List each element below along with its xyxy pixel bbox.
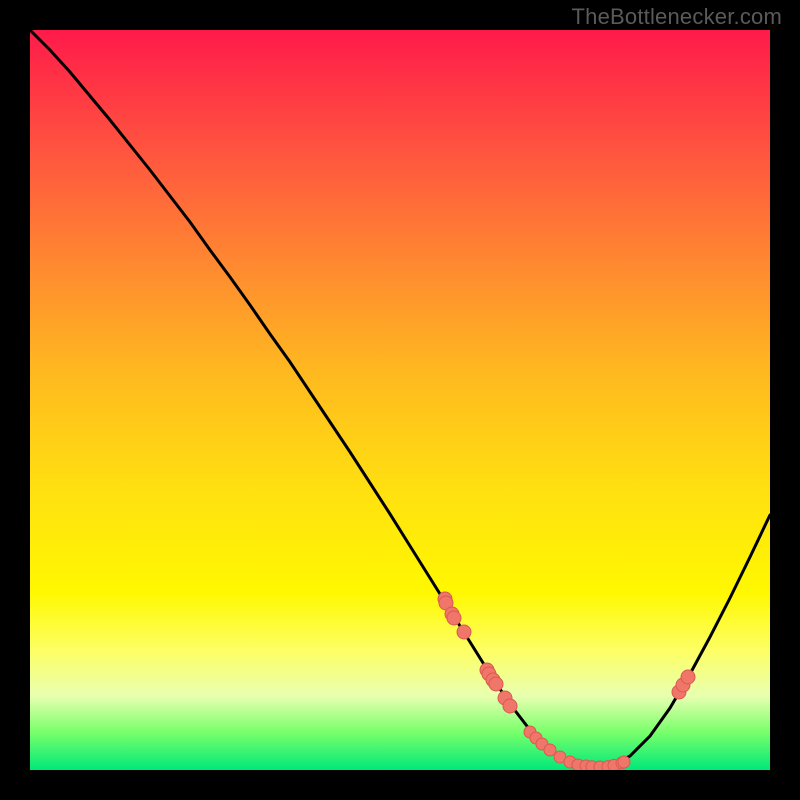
marker-dot [681,670,695,684]
bottleneck-curve [30,30,770,767]
marker-dot [503,699,517,713]
marker-dot [618,756,630,768]
data-markers [438,592,695,770]
attribution-text: TheBottlenecker.com [572,4,782,30]
marker-dot [457,625,471,639]
marker-dot [489,677,503,691]
marker-dot [447,611,461,625]
chart-frame: TheBottlenecker.com [0,0,800,800]
curve-svg [30,30,770,770]
plot-area [30,30,770,770]
